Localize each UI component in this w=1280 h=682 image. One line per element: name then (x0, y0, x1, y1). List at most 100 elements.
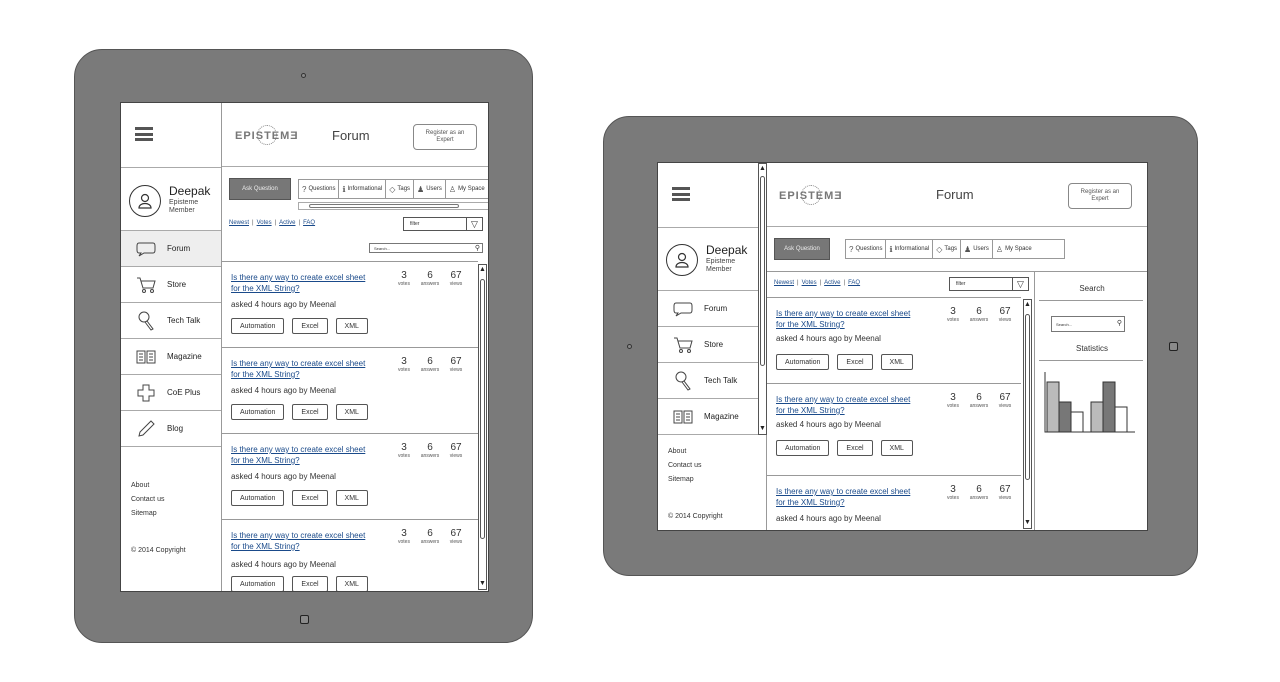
contact-link[interactable]: Contact us (131, 493, 164, 507)
portrait-tablet: Deepak Episteme Member Forum Store Tech T… (74, 49, 533, 643)
tab-tags[interactable]: ◇ Tags (933, 240, 962, 258)
scroll-down-icon[interactable]: ▼ (479, 579, 486, 589)
home-button[interactable] (1169, 342, 1178, 351)
tab-users[interactable]: ♟ Users (961, 240, 993, 258)
filter-faq[interactable]: FAQ (848, 280, 860, 286)
nav-item-blog[interactable]: Blog (121, 411, 221, 447)
question-item: Is there any way to create excel sheet fo… (222, 262, 478, 348)
scroll-up-icon[interactable]: ▲ (479, 265, 486, 275)
question-title[interactable]: Is there any way to create excel sheet fo… (776, 394, 926, 416)
tab-my-space[interactable]: ♙ My Space (446, 180, 488, 198)
tag-excel[interactable]: Excel (837, 354, 873, 370)
tag-xml[interactable]: XML (335, 490, 368, 506)
filter-faq[interactable]: FAQ (303, 220, 315, 226)
about-link[interactable]: About (668, 445, 701, 459)
question-title[interactable]: Is there any way to create excel sheet fo… (231, 530, 381, 552)
scroll-up-icon[interactable]: ▲ (1024, 300, 1031, 310)
nav-item-forum[interactable]: Forum (121, 231, 221, 267)
tag-excel[interactable]: Excel (837, 440, 873, 456)
filter-active[interactable]: Active (279, 220, 295, 226)
tag-xml[interactable]: XML (335, 404, 368, 420)
sitemap-link[interactable]: Sitemap (131, 507, 164, 521)
about-link[interactable]: About (131, 479, 164, 493)
nav-item-tech-talk[interactable]: Tech Talk (658, 363, 758, 399)
tab-informational[interactable]: ℹ Informational (339, 180, 387, 198)
nav-item-coe-plus[interactable]: CoE Plus (121, 375, 221, 411)
tag-automation[interactable]: Automation (231, 576, 285, 591)
tag-automation[interactable]: Automation (776, 354, 830, 370)
nav-item-forum[interactable]: Forum (658, 291, 758, 327)
tag-icon: ◇ (936, 244, 943, 254)
filter-select[interactable]: filter ▽ (403, 217, 483, 231)
hamburger-menu-icon[interactable] (672, 187, 690, 201)
sidebar-scrollbar[interactable]: ▲ ▼ (758, 163, 767, 435)
tag-xml[interactable]: XML (335, 576, 368, 591)
tag-excel[interactable]: Excel (292, 576, 328, 591)
nav-item-magazine[interactable]: Magazine (658, 399, 758, 435)
nav-item-tech-talk[interactable]: Tech Talk (121, 303, 221, 339)
logo[interactable]: EPISTEMƎ (779, 185, 843, 205)
question-item: Is there any way to create excel sheet fo… (767, 384, 1021, 476)
stat-bar (1046, 381, 1060, 433)
question-meta: asked 4 hours ago by Meenal (776, 420, 881, 429)
register-expert-button[interactable]: Register as an Expert (1068, 183, 1132, 209)
ask-question-button[interactable]: Ask Question (229, 178, 291, 200)
question-item: Is there any way to create excel sheet fo… (222, 434, 478, 520)
filter-newest[interactable]: Newest (229, 220, 249, 226)
tag-excel[interactable]: Excel (292, 318, 328, 334)
tab-questions[interactable]: ? Questions (846, 240, 887, 258)
search-input[interactable]: Search... ⚲ (369, 243, 483, 253)
question-title[interactable]: Is there any way to create excel sheet fo… (776, 486, 926, 508)
nav-item-store[interactable]: Store (121, 267, 221, 303)
home-button[interactable] (300, 615, 309, 624)
filter-votes[interactable]: Votes (257, 220, 272, 226)
dropdown-arrow-icon: ▽ (1012, 278, 1028, 290)
tag-xml[interactable]: XML (335, 318, 368, 334)
user-profile[interactable]: Deepak Episteme Member (658, 227, 766, 291)
tag-xml[interactable]: XML (880, 440, 913, 456)
plus-icon (131, 384, 161, 402)
question-title[interactable]: Is there any way to create excel sheet fo… (776, 308, 926, 330)
tag-excel[interactable]: Excel (292, 490, 328, 506)
question-title[interactable]: Is there any way to create excel sheet fo… (231, 444, 381, 466)
contact-link[interactable]: Contact us (668, 459, 701, 473)
filter-votes[interactable]: Votes (802, 280, 817, 286)
tag-automation[interactable]: Automation (231, 490, 285, 506)
tab-questions[interactable]: ? Questions (299, 180, 340, 198)
sitemap-link[interactable]: Sitemap (668, 473, 701, 487)
user-icon: ♙ (995, 244, 1004, 254)
tag-xml[interactable]: XML (880, 354, 913, 370)
side-search-input[interactable]: Search... ⚲ (1051, 316, 1125, 332)
ask-question-button[interactable]: Ask Question (774, 238, 830, 260)
scroll-up-icon[interactable]: ▲ (759, 164, 766, 174)
tab-tags[interactable]: ◇ Tags (386, 180, 415, 198)
tag-automation[interactable]: Automation (231, 318, 285, 334)
sort-filters: Newest | Votes | Active | FAQ (229, 220, 316, 226)
tag-automation[interactable]: Automation (776, 440, 830, 456)
scroll-down-icon[interactable]: ▼ (1024, 518, 1031, 528)
hamburger-menu-icon[interactable] (135, 127, 153, 141)
question-list-scrollbar[interactable]: ▲ ▼ (478, 264, 487, 590)
tag-automation[interactable]: Automation (231, 404, 285, 420)
filter-active[interactable]: Active (824, 280, 840, 286)
nav-item-magazine[interactable]: Magazine (121, 339, 221, 375)
search-heading: Search (1079, 284, 1105, 293)
question-title[interactable]: Is there any way to create excel sheet fo… (231, 358, 381, 380)
filter-select[interactable]: filter ▽ (949, 277, 1029, 291)
filter-newest[interactable]: Newest (774, 280, 794, 286)
logo[interactable]: EPISTEMƎ (235, 125, 299, 145)
question-list-scrollbar[interactable]: ▲ ▼ (1023, 299, 1032, 529)
tag-list: Automation Excel XML (231, 404, 368, 420)
camera-icon (301, 73, 306, 78)
tab-informational[interactable]: ℹ Informational (886, 240, 934, 258)
tabs-horizontal-scrollbar[interactable] (298, 202, 488, 210)
tag-excel[interactable]: Excel (292, 404, 328, 420)
register-expert-button[interactable]: Register as an Expert (413, 124, 477, 150)
nav-item-store[interactable]: Store (658, 327, 758, 363)
question-title[interactable]: Is there any way to create excel sheet fo… (231, 272, 381, 294)
tab-users[interactable]: ♟ Users (414, 180, 446, 198)
tab-my-space[interactable]: ♙ My Space (993, 240, 1035, 258)
scroll-down-icon[interactable]: ▼ (759, 424, 766, 434)
question-stats: 3 votes 6 answers 67 views (947, 484, 1012, 501)
user-profile[interactable]: Deepak Episteme Member (121, 167, 221, 231)
